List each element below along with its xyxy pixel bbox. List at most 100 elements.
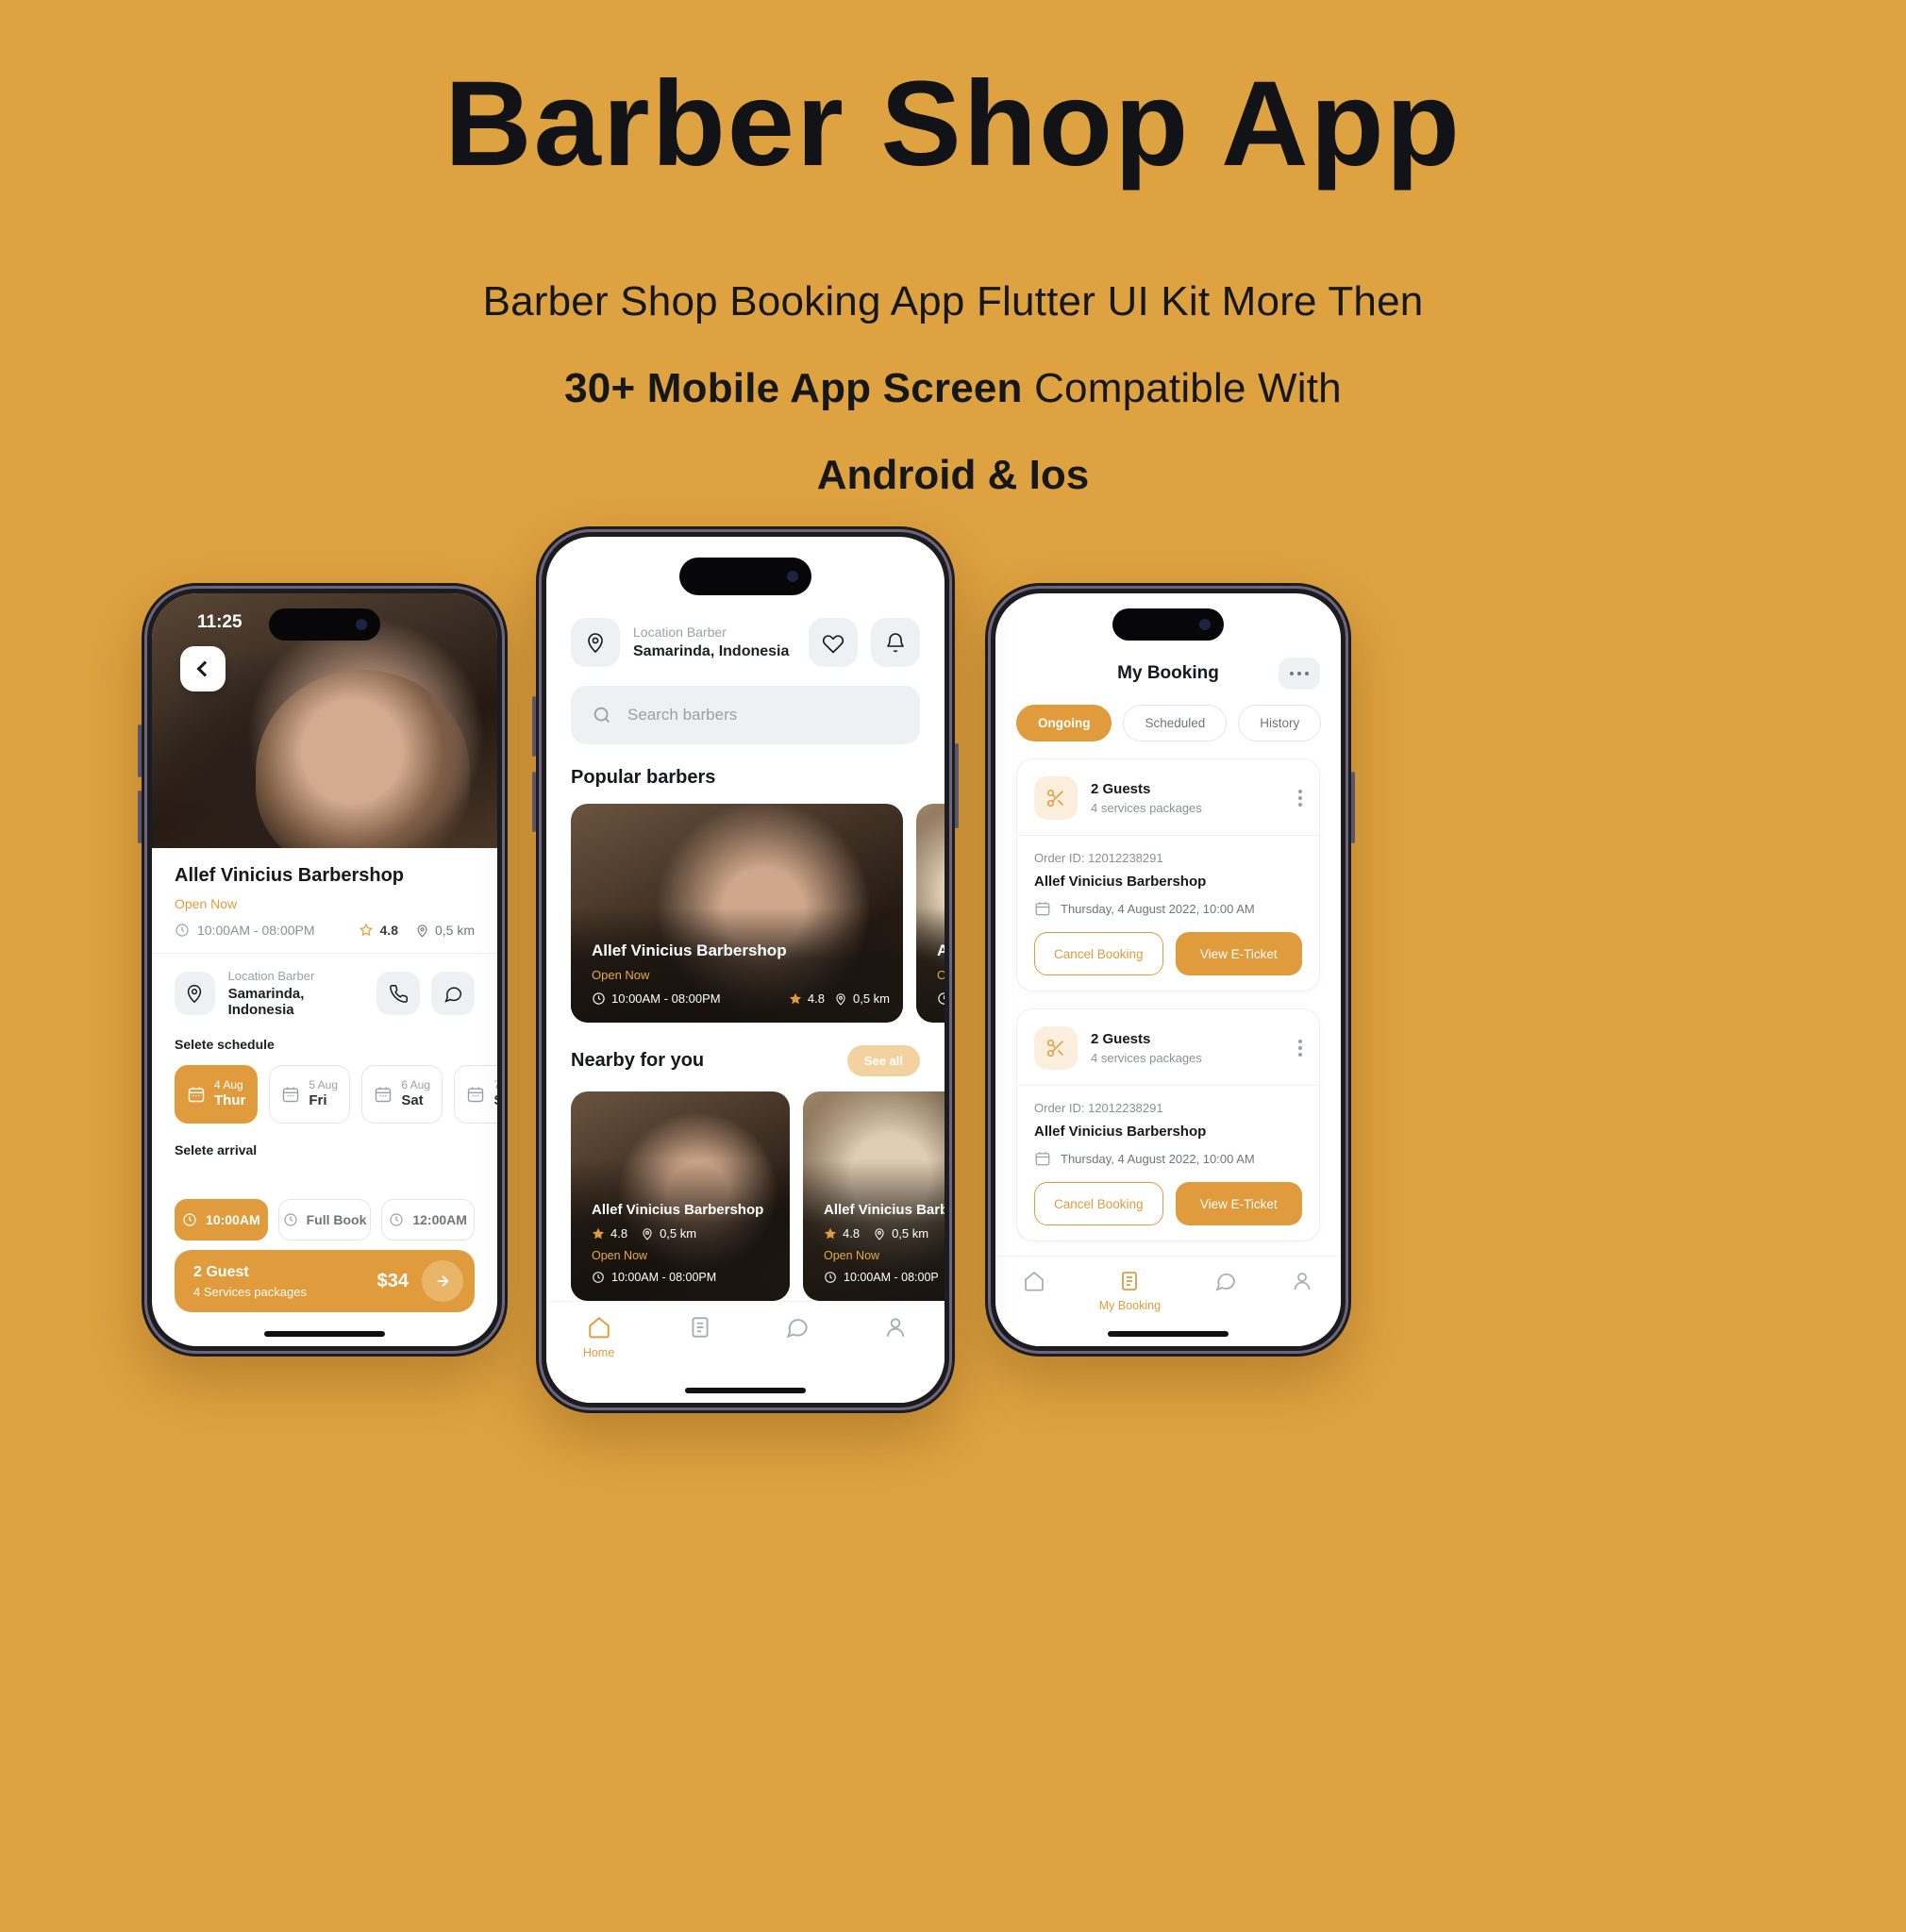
time-slot[interactable]: 10:00AM	[175, 1199, 268, 1241]
clock-icon	[593, 992, 605, 1005]
hero-section: Barber Shop App Barber Shop Booking App …	[0, 0, 1906, 499]
barber-card[interactable]: A Op 10	[916, 804, 945, 1023]
rating: 4.8	[359, 923, 398, 938]
shop-name: Allef Vinicius Barbershop	[1034, 874, 1207, 890]
cancel-booking-button[interactable]: Cancel Booking	[1034, 932, 1163, 975]
booking-filter-tabs[interactable]: Ongoing Scheduled History	[1016, 705, 1322, 741]
dot-icon	[1298, 1053, 1302, 1057]
hours: 10:00AM - 08:00PM	[592, 991, 721, 1006]
chat-button[interactable]	[431, 972, 475, 1015]
booking-cta-bar[interactable]: 2 Guest 4 Services packages $34	[175, 1250, 475, 1312]
power-button[interactable]	[1351, 772, 1355, 843]
booking-card[interactable]: 2 Guests 4 services packages Order ID: 1…	[1016, 758, 1320, 991]
tab-chat[interactable]	[1214, 1270, 1237, 1299]
filter-history[interactable]: History	[1238, 705, 1322, 741]
date-chip[interactable]: 5 Aug Fri	[269, 1065, 351, 1124]
filter-scheduled[interactable]: Scheduled	[1123, 705, 1228, 741]
power-button[interactable]	[955, 743, 959, 828]
date-day: 5 Aug	[309, 1078, 339, 1092]
date-chip[interactable]: 4 Aug Thur	[175, 1065, 259, 1124]
distance: 0,5 km	[641, 1226, 696, 1241]
nearby-card[interactable]: Allef Vinicius Barbershop 4.8 0,5 km Ope…	[571, 1091, 790, 1301]
location-icon-wrap[interactable]	[571, 618, 620, 667]
date-day: 6 Aug	[401, 1078, 431, 1092]
back-button[interactable]	[180, 646, 226, 691]
booking-card[interactable]: 2 Guests 4 services packages Order ID: 1…	[1016, 1008, 1320, 1241]
date-chip-row[interactable]: 4 AugThur 5 AugFri 6 AugSat 7 AugSun	[175, 1065, 497, 1124]
hero-subtitle-line1: Barber Shop Booking App Flutter UI Kit M…	[482, 277, 1424, 325]
popular-barbers-list[interactable]: Allef Vinicius Barbershop Open Now 10:00…	[571, 804, 945, 1023]
open-status: Open Now	[592, 1249, 648, 1262]
date-chip[interactable]: 6 Aug Sat	[361, 1065, 443, 1124]
calendar-icon	[376, 1087, 392, 1103]
hours: 10:00AM - 08:00P	[824, 1271, 945, 1284]
time-slot-label: Full Book	[306, 1212, 367, 1227]
time-slot[interactable]: Full Book	[277, 1199, 372, 1241]
tab-profile[interactable]	[1291, 1270, 1313, 1299]
favorite-button[interactable]	[809, 618, 858, 667]
open-status: Open Now	[592, 968, 650, 982]
date-day: 7 Aug	[493, 1078, 497, 1092]
page-title: Barber Shop App	[444, 57, 1462, 192]
booking-card-header: 2 Guests 4 services packages	[1034, 1026, 1302, 1070]
see-all-button[interactable]: See all	[846, 1045, 920, 1076]
nearby-card[interactable]: Allef Vinicius Barber 4.8 0,5 km	[803, 1091, 945, 1301]
clock-icon	[593, 1272, 604, 1283]
detail-screen: 11:25 Allef Vinicius Barbershop Open Now…	[152, 593, 497, 1346]
home-indicator	[264, 1331, 385, 1337]
distance-value: 0,5 km	[660, 1226, 697, 1241]
open-status-badge: Open Now	[175, 896, 238, 911]
distance-value: 0,5 km	[892, 1226, 929, 1241]
tab-booking[interactable]	[688, 1315, 712, 1346]
notifications-button[interactable]	[871, 618, 920, 667]
volume-down-button[interactable]	[138, 791, 142, 843]
volume-button[interactable]	[532, 696, 536, 757]
tab-chat[interactable]	[785, 1315, 810, 1346]
front-camera-icon	[787, 571, 798, 582]
location-value: Samarinda, Indonesia	[633, 643, 790, 659]
status-bar-time: 11:25	[197, 612, 242, 632]
booking-card-actions: Cancel Booking View E-Ticket	[1034, 1182, 1302, 1225]
home-indicator	[1108, 1331, 1229, 1337]
open-status: Open Now	[824, 1249, 880, 1262]
schedule-section-title: Selete schedule	[175, 1037, 275, 1052]
location-label: Location Barber	[633, 625, 727, 640]
tab-profile[interactable]	[883, 1315, 908, 1346]
volume-button[interactable]	[138, 724, 142, 777]
hours-text: 10:00AM - 08:00P	[844, 1271, 939, 1284]
date-chip[interactable]: 7 AugSun	[454, 1065, 497, 1124]
scissors-icon-wrap	[1034, 776, 1078, 820]
tab-booking[interactable]: My Booking	[1099, 1270, 1161, 1312]
view-eticket-button[interactable]: View E-Ticket	[1175, 1182, 1302, 1225]
tab-home[interactable]: Home	[583, 1315, 614, 1359]
card-menu-button[interactable]	[1298, 1040, 1302, 1057]
call-button[interactable]	[376, 972, 420, 1015]
barber-card[interactable]: Allef Vinicius Barbershop Open Now 10:00…	[571, 804, 903, 1023]
star-icon	[592, 1227, 605, 1239]
home-screen: Location Barber Samarinda, Indonesia Sea…	[546, 537, 945, 1403]
cta-services: 4 Services packages	[193, 1284, 307, 1299]
map-pin-icon	[417, 924, 427, 938]
dot-icon	[1298, 803, 1302, 807]
booking-datetime: Thursday, 4 August 2022, 10:00 AM	[1034, 1150, 1302, 1167]
hero-subtitle-line2: 30+ Mobile App Screen Compatible With	[0, 365, 1906, 412]
volume-down-button[interactable]	[532, 772, 536, 832]
tab-home[interactable]	[1023, 1270, 1045, 1299]
calendar-icon	[468, 1087, 484, 1103]
card-menu-button[interactable]	[1298, 790, 1302, 807]
view-eticket-button[interactable]: View E-Ticket	[1175, 932, 1302, 975]
clock-icon	[176, 924, 189, 937]
search-input[interactable]: Search barbers	[571, 686, 920, 744]
hero-highlight: 30+ Mobile App Screen	[564, 364, 1023, 411]
time-slot[interactable]: 12:00AM	[381, 1199, 475, 1241]
divider	[1017, 1085, 1319, 1086]
cta-next-button[interactable]	[422, 1260, 463, 1302]
hours-text: 10:00AM - 08:00PM	[611, 1271, 717, 1284]
filter-ongoing[interactable]: Ongoing	[1016, 705, 1112, 741]
tab-home-label: Home	[582, 1346, 615, 1359]
more-options-button[interactable]	[1279, 658, 1320, 690]
nearby-list[interactable]: Allef Vinicius Barbershop 4.8 0,5 km Ope…	[571, 1091, 945, 1301]
cancel-booking-button[interactable]: Cancel Booking	[1034, 1182, 1163, 1225]
distance: 0,5 km	[415, 923, 475, 938]
popular-section-title: Popular barbers	[571, 767, 716, 788]
